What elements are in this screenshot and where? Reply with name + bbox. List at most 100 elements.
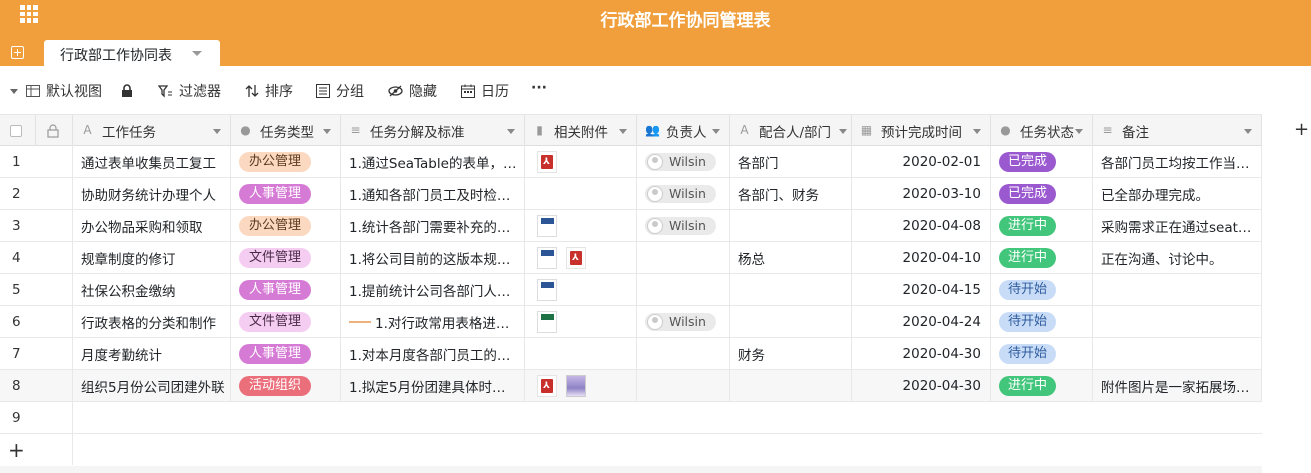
dropdown-icon[interactable]	[712, 129, 720, 134]
attachments-cell[interactable]	[525, 274, 637, 305]
table-row[interactable]: 2 协助财务统计办理个人 人事管理 1.通知各部门员工及时检… Wilsin 各部门、财务…	[0, 178, 1262, 210]
attachments-cell[interactable]	[525, 178, 637, 209]
partner-cell[interactable]: 各部门、财务	[730, 178, 852, 209]
note-cell[interactable]: 各部门员工均按工作当…	[1093, 146, 1262, 177]
task-cell[interactable]: 组织5月份公司团建外联	[73, 370, 231, 401]
attachment-xls-icon[interactable]	[537, 310, 557, 333]
hide-button[interactable]: 隐藏	[388, 82, 437, 100]
column-header-date[interactable]: ▦ 预计完成时间	[852, 115, 991, 146]
owner-cell[interactable]	[637, 370, 730, 401]
dropdown-icon[interactable]	[323, 129, 331, 134]
note-cell[interactable]: 正在沟通、讨论中。	[1093, 242, 1262, 273]
column-header-owner[interactable]: 👥 负责人	[637, 115, 730, 146]
owner-cell[interactable]: Wilsin	[637, 178, 730, 209]
date-cell[interactable]: 2020-04-30	[852, 338, 991, 369]
detail-cell[interactable]: 1.通过SeaTable的表单，…	[341, 146, 525, 177]
dropdown-icon[interactable]	[1244, 129, 1252, 134]
task-cell[interactable]: 办公物品采购和领取	[73, 210, 231, 241]
type-cell[interactable]: 文件管理	[231, 242, 341, 273]
task-cell[interactable]: 社保公积金缴纳	[73, 274, 231, 305]
column-header-detail[interactable]: ≡ 任务分解及标准	[341, 115, 525, 146]
sort-button[interactable]: 排序	[245, 82, 293, 100]
dropdown-icon[interactable]	[507, 129, 515, 134]
partner-cell[interactable]: 财务	[730, 338, 852, 369]
table-row[interactable]: 3 办公物品采购和领取 办公管理 1.统计各部门需要补充的… Wilsin 2020-04…	[0, 210, 1262, 242]
column-header-partner[interactable]: A 配合人/部门	[730, 115, 852, 146]
table-row-empty[interactable]: 9	[0, 402, 1262, 434]
detail-cell[interactable]: 1.统计各部门需要补充的…	[341, 210, 525, 241]
dropdown-icon[interactable]	[213, 129, 221, 134]
date-cell[interactable]: 2020-04-15	[852, 274, 991, 305]
date-cell[interactable]: 2020-04-08	[852, 210, 991, 241]
partner-cell[interactable]: 杨总	[730, 242, 852, 273]
column-header-task[interactable]: A 工作任务	[73, 115, 231, 146]
status-cell[interactable]: 已完成	[991, 146, 1093, 177]
date-cell[interactable]: 2020-04-24	[852, 306, 991, 337]
detail-cell[interactable]: 1.对本月度各部门员工的…	[341, 338, 525, 369]
status-cell[interactable]: 待开始	[991, 274, 1093, 305]
attachment-doc-icon[interactable]	[537, 246, 557, 269]
tab-caret-icon[interactable]	[192, 51, 202, 56]
status-cell[interactable]: 已完成	[991, 178, 1093, 209]
date-cell[interactable]: 2020-04-10	[852, 242, 991, 273]
owner-cell[interactable]	[637, 338, 730, 369]
partner-cell[interactable]: 各部门	[730, 146, 852, 177]
owner-cell[interactable]	[637, 274, 730, 305]
calendar-button[interactable]: 日历	[461, 82, 509, 100]
group-button[interactable]: 分组	[316, 82, 364, 100]
note-cell[interactable]: 采购需求正在通过seat…	[1093, 210, 1262, 241]
status-cell[interactable]: 待开始	[991, 338, 1093, 369]
type-cell[interactable]: 文件管理	[231, 306, 341, 337]
table-row[interactable]: 8 组织5月份公司团建外联 活动组织 1.拟定5月份团建具体时… ⅄ 2020-04-30…	[0, 370, 1262, 402]
note-cell[interactable]	[1093, 306, 1262, 337]
attachment-img-icon[interactable]	[566, 374, 586, 397]
attachment-doc-icon[interactable]	[537, 214, 557, 237]
lock-button[interactable]	[121, 82, 133, 100]
dropdown-icon[interactable]	[973, 129, 981, 134]
task-cell[interactable]: 规章制度的修订	[73, 242, 231, 273]
table-row[interactable]: 4 规章制度的修订 文件管理 1.将公司目前的这版本规… ⅄ 杨总 2020-04-10 进行…	[0, 242, 1262, 274]
status-cell[interactable]: 待开始	[991, 306, 1093, 337]
attachments-cell[interactable]: ⅄	[525, 242, 637, 273]
attachments-cell[interactable]: ⅄	[525, 370, 637, 401]
owner-cell[interactable]: Wilsin	[637, 146, 730, 177]
dropdown-icon[interactable]	[619, 129, 627, 134]
add-table-icon[interactable]	[11, 46, 24, 59]
attachments-cell[interactable]	[525, 306, 637, 337]
add-column-button[interactable]: +	[1294, 119, 1309, 140]
task-cell[interactable]: 通过表单收集员工复工	[73, 146, 231, 177]
view-selector[interactable]: 默认视图	[10, 82, 102, 100]
detail-cell[interactable]: 1.将公司目前的这版本规…	[341, 242, 525, 273]
owner-cell[interactable]: Wilsin	[637, 210, 730, 241]
detail-cell[interactable]: 1.通知各部门员工及时检…	[341, 178, 525, 209]
note-cell[interactable]	[1093, 274, 1262, 305]
date-cell[interactable]: 2020-02-01	[852, 146, 991, 177]
attachment-pdf-icon[interactable]: ⅄	[537, 374, 557, 397]
filter-button[interactable]: 过滤器	[158, 82, 221, 100]
table-row[interactable]: 5 社保公积金缴纳 人事管理 1.提前统计公司各部门人… 2020-04-15 待开始	[0, 274, 1262, 306]
task-cell[interactable]: 月度考勤统计	[73, 338, 231, 369]
type-cell[interactable]: 办公管理	[231, 210, 341, 241]
more-button[interactable]: ···	[531, 79, 547, 97]
attachment-pdf-icon[interactable]: ⅄	[566, 246, 586, 269]
owner-cell[interactable]	[637, 242, 730, 273]
partner-cell[interactable]	[730, 306, 852, 337]
add-row-button[interactable]: +	[8, 438, 25, 462]
tab-table[interactable]: 行政部工作协同表	[44, 40, 220, 66]
attachments-cell[interactable]	[525, 210, 637, 241]
table-row[interactable]: 7 月度考勤统计 人事管理 1.对本月度各部门员工的… 财务 2020-04-30 待开始	[0, 338, 1262, 370]
detail-cell[interactable]: 1.提前统计公司各部门人…	[341, 274, 525, 305]
detail-cell[interactable]: 1.拟定5月份团建具体时…	[341, 370, 525, 401]
status-cell[interactable]: 进行中	[991, 370, 1093, 401]
owner-cell[interactable]: Wilsin	[637, 306, 730, 337]
partner-cell[interactable]	[730, 210, 852, 241]
status-cell[interactable]: 进行中	[991, 242, 1093, 273]
column-header-attachments[interactable]: ▮ 相关附件	[525, 115, 637, 146]
table-row[interactable]: 6 行政表格的分类和制作 文件管理 1.对行政常用表格进… Wilsin 2020-04-…	[0, 306, 1262, 338]
type-cell[interactable]: 人事管理	[231, 178, 341, 209]
date-cell[interactable]: 2020-04-30	[852, 370, 991, 401]
attachment-doc-icon[interactable]	[537, 278, 557, 301]
type-cell[interactable]: 活动组织	[231, 370, 341, 401]
column-header-type[interactable]: ● 任务类型	[231, 115, 341, 146]
detail-cell[interactable]: 1.对行政常用表格进…	[341, 306, 525, 337]
